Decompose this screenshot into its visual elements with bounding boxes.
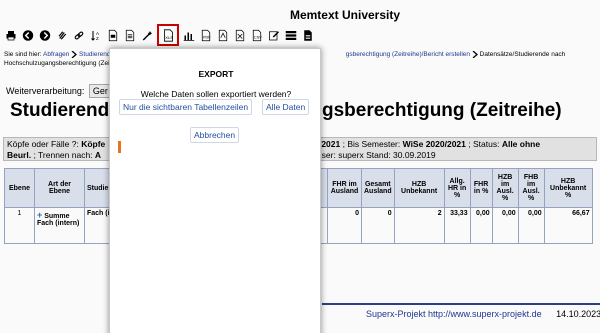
export-dialog-question: Welche Daten sollen exportiert werden? [140,89,292,99]
cancel-button[interactable]: Abbrechen [190,127,240,143]
export-visible-rows-button[interactable]: Nur die sichtbaren Tabellenzeilen [119,99,253,115]
focus-marker [118,141,121,153]
export-all-data-button[interactable]: Alle Daten [262,99,310,115]
export-dialog-title: EXPORT [198,69,234,79]
export-dialog: EXPORT Welche Daten sollen exportiert we… [109,48,321,333]
